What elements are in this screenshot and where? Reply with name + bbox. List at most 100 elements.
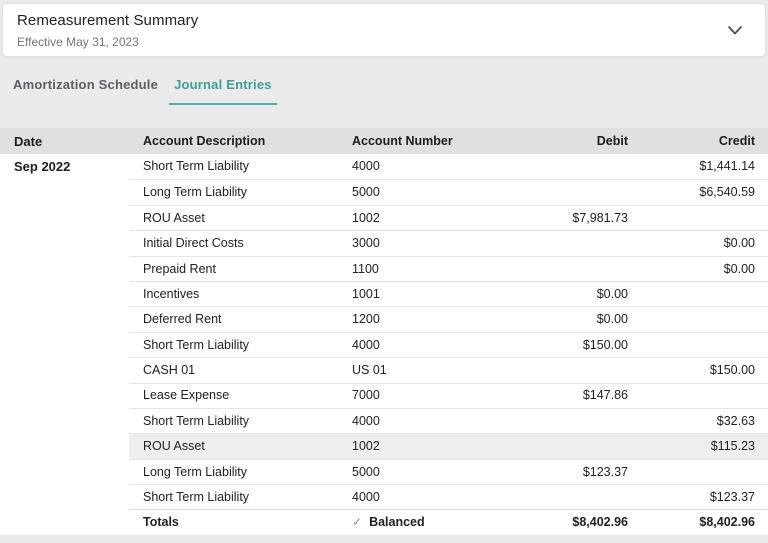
effective-date: Effective May 31, 2023 [17,35,198,49]
totals-row: Totals ✓ Balanced $8,402.96 $8,402.96 [0,509,768,534]
cell-account-number: 1002 [351,433,471,458]
cell-account-description: Incentives [129,281,351,306]
cell-debit [471,256,628,281]
cell-account-number: 1001 [351,281,471,306]
table-row: Sep 2022 Short Term Liability 4000 $1,44… [0,154,768,179]
column-header-account-number: Account Number [351,128,471,154]
table-row: Prepaid Rent 1100 $0.00 [0,256,768,281]
totals-label: Totals [129,509,351,534]
column-header-date: Date [0,128,129,154]
cell-credit: $150.00 [628,357,768,382]
check-icon: ✓ [352,516,362,528]
cell-debit [471,433,628,458]
cell-date [0,256,129,281]
tab-amortization-schedule[interactable]: Amortization Schedule [8,77,163,105]
cell-credit [628,459,768,484]
column-header-debit: Debit [471,128,628,154]
cell-account-description: ROU Asset [129,433,351,458]
balanced-label: Balanced [369,516,425,529]
cell-credit: $0.00 [628,256,768,281]
cell-account-description: Long Term Liability [129,179,351,204]
remeasurement-summary-card: Remeasurement Summary Effective May 31, … [2,3,766,57]
cell-account-description: Short Term Liability [129,332,351,357]
cell-date: Sep 2022 [0,154,129,179]
cell-debit [471,357,628,382]
cell-debit: $0.00 [471,281,628,306]
table-row: Lease Expense 7000 $147.86 [0,383,768,408]
cell-account-description: Short Term Liability [129,484,351,509]
cell-debit: $7,981.73 [471,205,628,230]
table-row: Short Term Liability 4000 $32.63 [0,408,768,433]
table-header-row: Date Account Description Account Number … [0,128,768,154]
cell-account-number: 4000 [351,408,471,433]
cell-debit [471,230,628,255]
cell-credit [628,205,768,230]
cell-debit: $147.86 [471,383,628,408]
cell-account-description: CASH 01 [129,357,351,382]
table-body: Sep 2022 Short Term Liability 4000 $1,44… [0,154,768,509]
collapse-panel-button[interactable] [727,22,743,38]
table-row: Long Term Liability 5000 $6,540.59 [0,179,768,204]
totals-debit: $8,402.96 [471,509,628,534]
cell-account-number: 1200 [351,306,471,331]
cell-debit: $150.00 [471,332,628,357]
cell-credit: $0.00 [628,230,768,255]
cell-account-description: Initial Direct Costs [129,230,351,255]
cell-credit: $1,441.14 [628,154,768,179]
table-row: Short Term Liability 4000 $150.00 [0,332,768,357]
cell-debit: $0.00 [471,306,628,331]
cell-credit [628,306,768,331]
cell-account-number: 4000 [351,484,471,509]
cell-date [0,433,129,458]
totals-date-cell [0,509,129,534]
cell-date [0,459,129,484]
card-text: Remeasurement Summary Effective May 31, … [17,12,198,49]
table-row: CASH 01 US 01 $150.00 [0,357,768,382]
cell-date [0,179,129,204]
cell-date [0,484,129,509]
cell-account-description: Deferred Rent [129,306,351,331]
cell-account-number: 1002 [351,205,471,230]
cell-credit [628,383,768,408]
cell-date [0,205,129,230]
cell-credit: $6,540.59 [628,179,768,204]
cell-account-description: Short Term Liability [129,154,351,179]
table-row: Initial Direct Costs 3000 $0.00 [0,230,768,255]
cell-account-description: Prepaid Rent [129,256,351,281]
chevron-down-icon [728,26,742,35]
table-row: ROU Asset 1002 $7,981.73 [0,205,768,230]
cell-account-description: ROU Asset [129,205,351,230]
cell-date [0,383,129,408]
cell-debit: $123.37 [471,459,628,484]
cell-debit [471,484,628,509]
tab-journal-entries[interactable]: Journal Entries [169,77,277,105]
cell-credit [628,281,768,306]
journal-entries-table: Date Account Description Account Number … [0,128,768,535]
cell-date [0,332,129,357]
column-header-account-description: Account Description [129,128,351,154]
cell-date [0,281,129,306]
cell-date [0,306,129,331]
cell-account-number: US 01 [351,357,471,382]
cell-account-number: 3000 [351,230,471,255]
cell-account-number: 5000 [351,179,471,204]
table-row: Deferred Rent 1200 $0.00 [0,306,768,331]
cell-debit [471,408,628,433]
cell-account-number: 5000 [351,459,471,484]
cell-credit [628,332,768,357]
cell-debit [471,154,628,179]
page-title: Remeasurement Summary [17,12,198,29]
cell-account-description: Long Term Liability [129,459,351,484]
column-header-credit: Credit [628,128,768,154]
cell-credit: $115.23 [628,433,768,458]
cell-credit: $123.37 [628,484,768,509]
cell-account-number: 4000 [351,332,471,357]
table-row: ROU Asset 1002 $115.23 [0,433,768,458]
cell-account-number: 7000 [351,383,471,408]
cell-date [0,408,129,433]
table-row: Long Term Liability 5000 $123.37 [0,459,768,484]
balanced-status: ✓ Balanced [351,509,471,534]
table-row: Short Term Liability 4000 $123.37 [0,484,768,509]
cell-date [0,230,129,255]
cell-credit: $32.63 [628,408,768,433]
